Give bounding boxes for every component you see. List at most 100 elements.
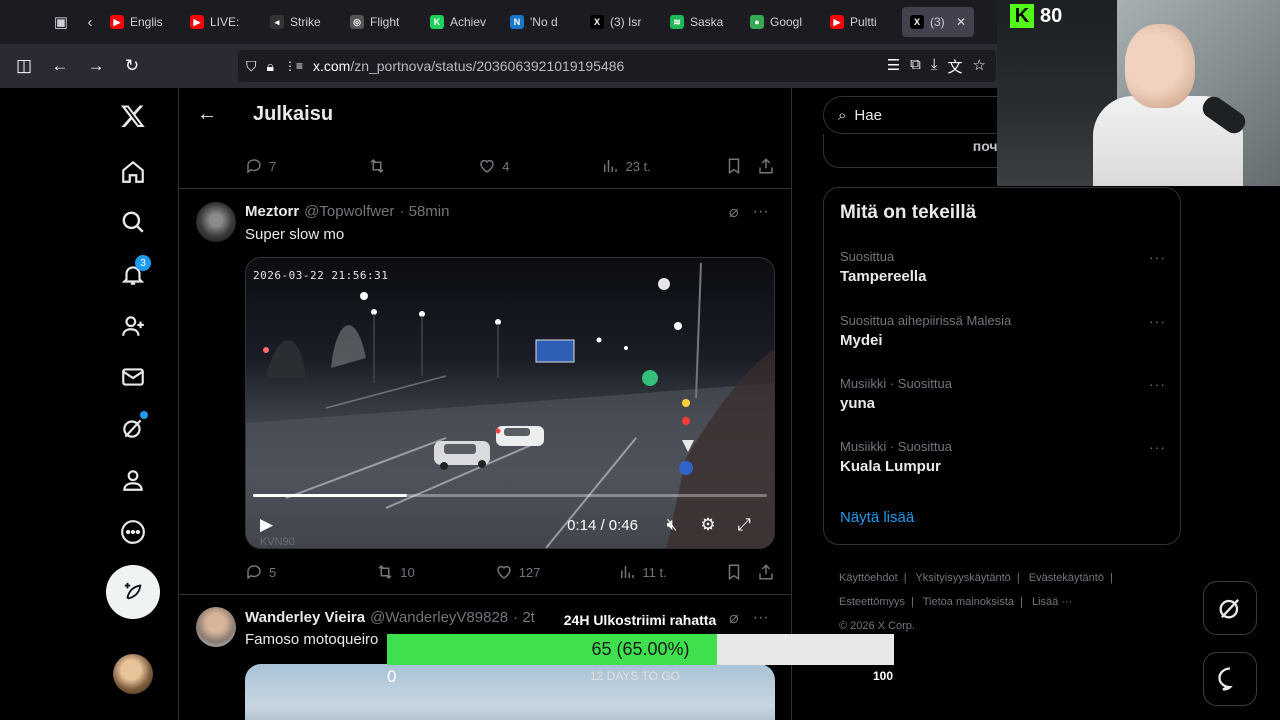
notifications-bell-icon[interactable]: 3 <box>112 254 154 296</box>
terms-link[interactable]: Käyttöehdot <box>839 572 898 584</box>
more-link[interactable]: Lisää ··· <box>1032 596 1072 608</box>
browser-tab[interactable]: X (3) ✕ <box>902 7 974 37</box>
author-name[interactable]: Wanderley Vieira <box>245 609 365 626</box>
home-icon[interactable] <box>112 151 154 193</box>
repost-button[interactable] <box>368 157 386 175</box>
compose-post-button[interactable] <box>106 565 160 619</box>
tweet-time[interactable]: · 2t <box>513 609 535 626</box>
like-button[interactable]: 4 <box>478 157 509 175</box>
tweet-time[interactable]: · 58min <box>399 203 449 220</box>
messages-float-button[interactable] <box>1203 652 1257 706</box>
tab-favicon-icon: ▶ <box>190 15 204 29</box>
browser-tab[interactable]: ◂ Strike <box>262 7 340 37</box>
like-button[interactable]: 127 <box>495 563 540 581</box>
more-options-icon[interactable] <box>112 511 154 553</box>
shield-icon[interactable]: ⛉ <box>246 58 257 75</box>
save-to-pocket-icon[interactable]: ⤓ <box>931 56 938 77</box>
bookmark-button[interactable] <box>725 157 743 175</box>
close-tab-icon[interactable]: ✕ <box>956 15 966 29</box>
author-name[interactable]: Meztorr <box>245 203 299 220</box>
chevron-left-icon[interactable]: ‹ <box>78 0 102 44</box>
browser-tab[interactable]: ● Googl <box>742 7 820 37</box>
goal-progress-text: 65 (65.00%) <box>591 639 690 659</box>
fullscreen-icon[interactable]: ⤢ <box>726 515 762 535</box>
tweet-tools: ⌀ ··· <box>729 202 769 222</box>
more-dots-icon[interactable]: ··· <box>1149 313 1166 329</box>
share-icon <box>759 158 773 174</box>
repost-button[interactable]: 10 <box>376 563 415 581</box>
reader-view-icon[interactable]: ☰ <box>887 56 900 77</box>
more-dots-icon[interactable]: ··· <box>1149 376 1166 392</box>
grok-icon[interactable]: ⌀ <box>729 202 739 222</box>
browser-tab[interactable]: ≋ Saska <box>662 7 740 37</box>
browser-tab[interactable]: X (3) Isr <box>582 7 660 37</box>
grok-icon <box>1219 599 1240 619</box>
tab-label: Achiev <box>450 15 487 29</box>
x-logo-icon[interactable] <box>112 95 154 137</box>
search-icon[interactable] <box>112 201 154 243</box>
picture-in-picture-icon[interactable]: ⧉ <box>910 56 921 77</box>
ads-info-link[interactable]: Tietoa mainoksista <box>923 596 1014 608</box>
translate-icon[interactable]: 文 <box>948 56 963 77</box>
browser-tab[interactable]: ▶ Pultti <box>822 7 900 37</box>
repost-icon <box>378 564 392 580</box>
tab-label: (3) Isr <box>610 15 642 29</box>
browser-tab[interactable]: ▶ LIVE: <box>182 7 260 37</box>
browser-tab[interactable]: K Achiev <box>422 7 500 37</box>
tab-overview-icon[interactable]: ▣ <box>44 0 78 44</box>
tweet-avatar[interactable] <box>196 607 236 647</box>
video-progress-bar[interactable] <box>253 494 767 497</box>
forward-icon[interactable]: → <box>78 48 114 84</box>
trend-item[interactable]: Suosittua aihepiirissä Malesia Mydei ··· <box>840 313 1166 349</box>
mute-icon[interactable]: 🔇︎ <box>654 515 690 535</box>
share-button[interactable] <box>757 157 775 175</box>
trend-item[interactable]: Musiikki · Suosittua Kuala Lumpur ··· <box>840 439 1166 475</box>
browser-tab[interactable]: ◎ Flight <box>342 7 420 37</box>
more-dots-icon[interactable]: ··· <box>1149 249 1166 265</box>
browser-tab[interactable]: ▶ Englis <box>102 7 180 37</box>
tab-label: 'No d <box>530 15 558 29</box>
show-more-link[interactable]: Näytä lisää <box>840 509 914 526</box>
video-timestamp: 2026-03-22 21:56:31 <box>253 269 389 282</box>
account-avatar[interactable] <box>113 654 153 694</box>
profile-icon[interactable] <box>112 459 154 501</box>
settings-gear-icon[interactable]: ⚙ <box>690 515 726 535</box>
play-icon[interactable]: ▶ <box>260 515 296 535</box>
reply-icon <box>247 159 261 174</box>
views-button[interactable]: 11 t. <box>618 563 667 581</box>
accessibility-link[interactable]: Esteettömyys <box>839 596 905 608</box>
more-dots-icon[interactable]: ··· <box>753 203 769 221</box>
sidebar-toggle-icon[interactable]: ◫ <box>6 48 42 84</box>
author-handle[interactable]: @WanderleyV89828 <box>370 609 508 626</box>
reply-button[interactable]: 5 <box>245 563 276 581</box>
share-button[interactable] <box>757 563 775 581</box>
views-button[interactable]: 23 t. <box>601 157 651 175</box>
grok-icon[interactable] <box>112 407 154 449</box>
more-dots-icon[interactable]: ··· <box>1149 439 1166 455</box>
cookies-link[interactable]: Evästekäytäntö <box>1029 572 1104 584</box>
reload-icon[interactable]: ↻ <box>114 48 150 84</box>
more-dots-icon[interactable]: ··· <box>753 609 769 627</box>
trend-item[interactable]: Musiikki · Suosittua yuna ··· <box>840 376 1166 412</box>
video-frame <box>246 262 774 548</box>
trend-item[interactable]: Suosittua Tampereella ··· <box>840 249 1166 285</box>
author-handle[interactable]: @Topwolfwer <box>304 203 394 220</box>
address-bar[interactable]: ⛉ 🔒︎ ⋮≡ x.com/zn_portnova/status/2036063… <box>238 50 996 82</box>
tweet-avatar[interactable] <box>196 202 236 242</box>
back-arrow-icon[interactable]: ← <box>179 103 235 126</box>
site-settings-icon[interactable]: ⋮≡ <box>284 59 303 73</box>
browser-tab[interactable]: N 'No d <box>502 7 580 37</box>
bookmark-star-icon[interactable]: ☆ <box>973 56 986 77</box>
privacy-link[interactable]: Yksityisyyskäytäntö <box>915 572 1010 584</box>
messages-envelope-icon[interactable] <box>112 356 154 398</box>
follow-people-icon[interactable] <box>112 305 154 347</box>
reply-button[interactable]: 7 <box>245 157 276 175</box>
grok-float-button[interactable] <box>1203 581 1257 635</box>
webcam-person-head <box>1125 24 1195 108</box>
bookmark-button[interactable] <box>725 563 743 581</box>
prev-tweet-actions: 7 4 23 t. <box>245 154 775 178</box>
back-icon[interactable]: ← <box>42 48 78 84</box>
lock-icon[interactable]: 🔒︎ <box>267 58 274 75</box>
video-player[interactable]: 2026-03-22 21:56:31 KVN90 ▶ 0:14 / 0:46 … <box>245 257 775 549</box>
post-header: ← Julkaisu <box>179 88 791 141</box>
